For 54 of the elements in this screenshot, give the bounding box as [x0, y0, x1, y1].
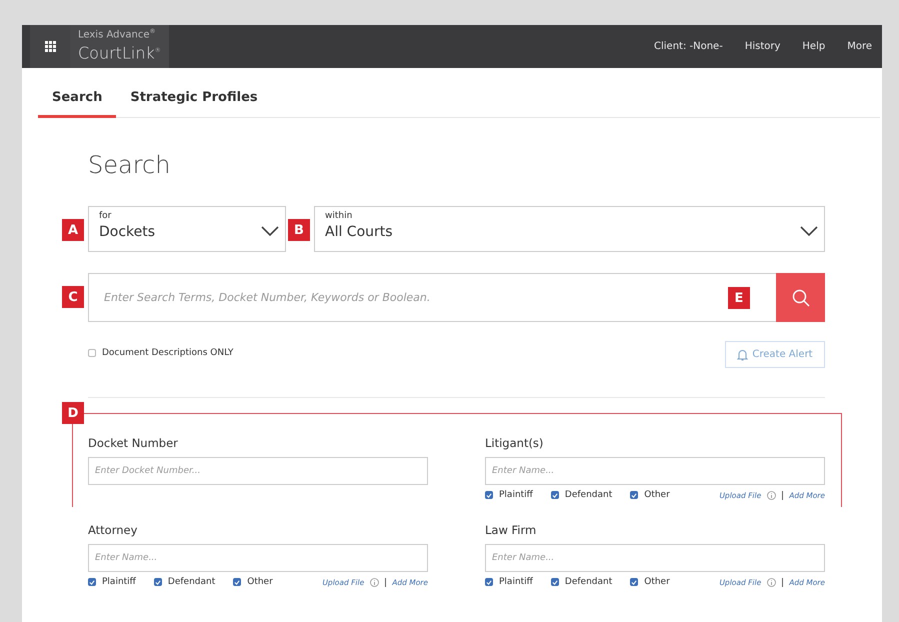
checkbox[interactable] [233, 578, 242, 586]
tab[interactable]: Search [38, 88, 116, 118]
input-field[interactable]: Enter Name... [485, 544, 825, 572]
checkbox[interactable] [88, 578, 96, 586]
dropdown[interactable]: within All Courts [314, 206, 825, 252]
checkbox-label: Other [247, 577, 273, 587]
checkbox[interactable] [550, 578, 559, 586]
chevron-down-icon [800, 226, 818, 236]
tab[interactable]: Strategic Profiles [116, 88, 272, 118]
checkbox-label: Document Descriptions ONLY [102, 348, 234, 358]
field-label: Attorney [88, 523, 138, 537]
chevron-down-icon [261, 226, 279, 236]
brand-subtitle: Lexis Advance$^{®}$ [78, 28, 156, 40]
field-label: Litigant(s) [485, 436, 544, 450]
checkbox-label: Other [644, 490, 670, 500]
info-icon [370, 578, 380, 586]
nav-link[interactable]: Help [802, 41, 826, 52]
bell-icon [737, 348, 748, 360]
field-label: Law Firm [485, 523, 538, 537]
brand-title: CourtLink$^{®}$ [78, 42, 161, 65]
checkbox-label: Defendant [564, 490, 612, 500]
input-field[interactable]: Enter Name... [88, 544, 428, 572]
input-field[interactable]: Enter Docket Number... [88, 457, 428, 485]
nav-link[interactable]: More [847, 41, 872, 52]
page-heading: Search [88, 151, 172, 179]
checkbox-label: Other [644, 577, 670, 587]
annotation-marker: D [62, 402, 84, 424]
checkbox[interactable] [154, 578, 162, 586]
nav-link[interactable]: Client: -None- [654, 41, 723, 52]
field-label: Docket Number [88, 436, 179, 450]
annotation-marker: B [288, 219, 310, 241]
checkbox-label: Plaintiff [499, 490, 533, 500]
checkbox[interactable] [88, 349, 96, 357]
nav-link[interactable]: History [744, 41, 780, 52]
info-icon [767, 490, 776, 500]
checkbox[interactable] [550, 491, 559, 499]
checkbox[interactable] [630, 578, 638, 586]
checkbox[interactable] [485, 491, 493, 499]
dropdown[interactable]: for Dockets [88, 206, 286, 252]
checkbox-label: Plaintiff [499, 577, 533, 587]
info-icon [767, 578, 776, 586]
checkbox-label: Defendant [168, 577, 216, 587]
checkbox[interactable] [630, 491, 638, 499]
apps-button[interactable] [30, 25, 70, 68]
grid-icon [44, 41, 56, 52]
annotation-marker: E [728, 287, 750, 309]
input-field[interactable]: Enter Name... [485, 457, 825, 485]
search-button[interactable] [776, 273, 825, 322]
checkbox-label: Plaintiff [102, 577, 136, 587]
annotation-marker: C [62, 286, 84, 308]
checkbox-label: Defendant [564, 577, 612, 587]
annotation-marker: A [62, 219, 84, 241]
checkbox[interactable] [485, 578, 493, 586]
search-icon [792, 288, 810, 306]
